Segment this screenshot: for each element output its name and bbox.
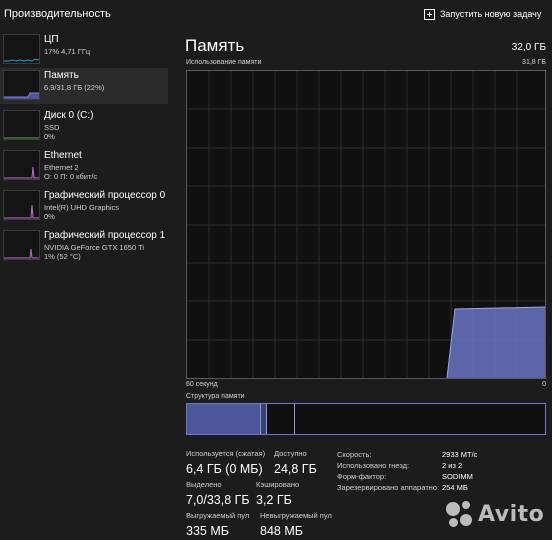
header-bar: Производительность Запустить новую задач… (0, 0, 552, 28)
memory-thumbnail (3, 70, 40, 100)
composition-in-use (187, 404, 261, 434)
total-memory: 32,0 ГБ (511, 42, 546, 53)
stat-value: 6,4 ГБ (0 МБ) (186, 462, 263, 476)
stat-value: 7,0/33,8 ГБ (186, 493, 250, 507)
stat-label: Кэшировано (256, 480, 300, 489)
memory-structure-label: Структура памяти (186, 393, 245, 400)
cpu-thumbnail (3, 34, 40, 64)
detail-speed-label: Скорость: (337, 450, 372, 459)
stat-available: Доступно 24,8 ГБ (274, 449, 317, 476)
stat-cached: Кэшировано 3,2 ГБ (256, 480, 299, 507)
run-new-task-button[interactable]: Запустить новую задачу (424, 6, 541, 22)
graph-axis-start: 60 секунд (186, 381, 218, 388)
composition-standby (267, 404, 295, 434)
detail-speed-value: 2933 МТ/с (442, 450, 478, 459)
run-task-icon (424, 8, 435, 20)
disk-thumbnail (3, 110, 40, 140)
ethernet-thumbnail (3, 150, 40, 180)
stat-nonpaged-pool: Невыгружаемый пул 848 МБ (260, 511, 332, 538)
stat-value: 3,2 ГБ (256, 493, 292, 507)
sidebar-item-detail: NVIDIA GeForce GTX 1650 Ti (44, 243, 145, 252)
detail-reserved-label: Зарезервировано аппаратно: (337, 483, 440, 492)
sidebar-item-label: Память (44, 70, 79, 81)
stat-value: 335 МБ (186, 524, 229, 538)
run-new-task-label: Запустить новую задачу (440, 9, 542, 19)
detail-slots-label: Использовано гнезд: (337, 461, 410, 470)
sidebar: ЦП 17% 4,71 ГГц Память 6,9/31,8 ГБ (22%)… (0, 28, 170, 540)
page-header-title: Производительность (4, 8, 111, 20)
usage-graph-max: 31,8 ГБ (522, 59, 546, 66)
stat-value: 24,8 ГБ (274, 462, 317, 476)
stat-committed: Выделено 7,0/33,8 ГБ (186, 480, 250, 507)
gpu1-thumbnail (3, 230, 40, 260)
gpu0-thumbnail (3, 190, 40, 220)
avito-watermark: Avito (446, 500, 544, 528)
memory-sparkline-icon (4, 92, 39, 99)
detail-reserved-value: 254 МБ (442, 483, 468, 492)
sidebar-item-detail: 6,9/31,8 ГБ (22%) (44, 83, 105, 92)
memory-panel: Память 32,0 ГБ Использование памяти 31,8… (176, 28, 552, 540)
stat-label: Выгружаемый пул (186, 511, 250, 520)
gpu1-sparkline-icon (4, 248, 39, 259)
ethernet-sparkline-icon (4, 166, 39, 179)
sidebar-item-detail: Intel(R) UHD Graphics (44, 203, 120, 212)
sidebar-item-label: Ethernet (44, 150, 82, 161)
stat-label: Невыгружаемый пул (260, 511, 332, 520)
sidebar-item-disk[interactable]: Диск 0 (C:) SSD 0% (0, 108, 168, 144)
stat-label: Доступно (274, 449, 307, 458)
sidebar-item-label: ЦП (44, 34, 59, 45)
stat-paged-pool: Выгружаемый пул 335 МБ (186, 511, 249, 538)
memory-usage-chart (187, 71, 545, 378)
memory-usage-graph (186, 70, 546, 379)
sidebar-item-detail: 17% 4,71 ГГц (44, 47, 91, 56)
sidebar-item-value: 1% (52 °C) (44, 252, 81, 261)
sidebar-item-detail: SSD (44, 123, 60, 132)
detail-form-factor-label: Форм-фактор: (337, 472, 387, 481)
cpu-sparkline-icon (4, 58, 39, 62)
detail-form-factor-value: SODIMM (442, 472, 473, 481)
sidebar-item-value: 0% (44, 132, 55, 141)
sidebar-item-cpu[interactable]: ЦП 17% 4,71 ГГц (0, 32, 168, 68)
sidebar-item-ethernet[interactable]: Ethernet Ethernet 2 О: 0 П: 0 кбит/с (0, 148, 168, 184)
sidebar-item-gpu-0[interactable]: Графический процессор 0 Intel(R) UHD Gra… (0, 188, 168, 224)
detail-slots-value: 2 из 2 (442, 461, 463, 470)
sidebar-item-label: Диск 0 (C:) (44, 110, 94, 121)
sidebar-item-gpu-1[interactable]: Графический процессор 1 NVIDIA GeForce G… (0, 228, 168, 264)
gpu0-sparkline-icon (4, 204, 39, 219)
avito-logo-icon (446, 500, 474, 528)
stat-label: Используется (сжатая) (186, 449, 266, 458)
sidebar-item-detail: Ethernet 2 (44, 163, 79, 172)
memory-composition-bar (186, 403, 546, 435)
stat-label: Выделено (186, 480, 222, 489)
stat-in-use: Используется (сжатая) 6,4 ГБ (0 МБ) (186, 449, 265, 476)
stat-value: 848 МБ (260, 524, 303, 538)
disk-sparkline-icon (4, 137, 39, 139)
sidebar-item-memory[interactable]: Память 6,9/31,8 ГБ (22%) (0, 68, 168, 104)
avito-watermark-text: Avito (478, 501, 545, 527)
usage-graph-label: Использование памяти (186, 59, 262, 66)
memory-usage-area (447, 307, 545, 378)
sidebar-item-label: Графический процессор 0 (44, 190, 166, 201)
sidebar-item-value: О: 0 П: 0 кбит/с (44, 172, 98, 181)
page-title: Память (185, 36, 245, 55)
sidebar-item-value: 0% (44, 212, 55, 221)
sidebar-item-label: Графический процессор 1 (44, 230, 166, 241)
graph-axis-end: 0 (542, 381, 546, 388)
